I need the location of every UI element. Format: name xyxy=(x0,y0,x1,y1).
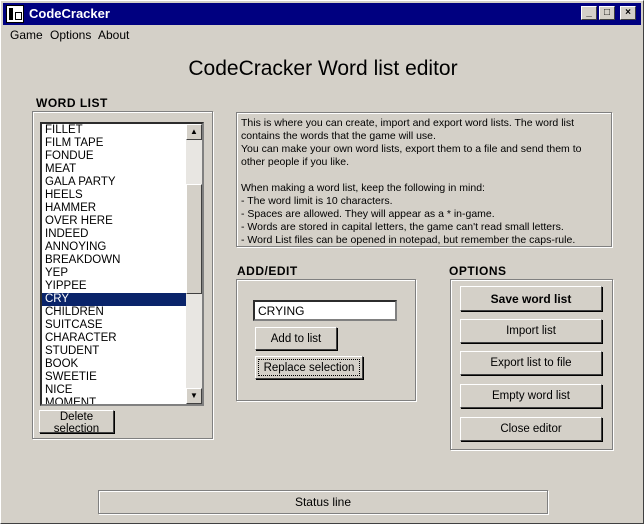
info-line xyxy=(241,169,607,182)
list-item[interactable]: SUITCASE xyxy=(42,319,188,332)
list-item[interactable]: HEELS xyxy=(42,189,188,202)
info-text-box: This is where you can create, import and… xyxy=(236,112,612,247)
list-item[interactable]: MOMENT xyxy=(42,397,188,404)
replace-selection-button[interactable]: Replace selection xyxy=(255,356,363,379)
maximize-button[interactable]: □ xyxy=(599,6,615,20)
word-input[interactable] xyxy=(253,300,397,321)
list-item[interactable]: BOOK xyxy=(42,358,188,371)
list-item[interactable]: FONDUE xyxy=(42,150,188,163)
menu-options[interactable]: Options xyxy=(50,28,91,42)
list-item[interactable]: YEP xyxy=(42,267,188,280)
list-item[interactable]: ANNOYING xyxy=(42,241,188,254)
word-list-items: FILLET FILM TAPE FONDUE MEAT GALA PARTY HEELS… xyxy=(42,124,188,404)
title-bar[interactable]: CodeCracker _ □ × xyxy=(3,3,641,25)
list-item[interactable]: FILM TAPE xyxy=(42,137,188,150)
word-listbox[interactable]: FILLET FILM TAPE FONDUE MEAT GALA PARTY HEELS… xyxy=(40,122,204,406)
info-line: - Spaces are allowed. They will appear a… xyxy=(241,208,495,220)
list-item[interactable]: HAMMER xyxy=(42,202,188,215)
info-line: - The word limit is 10 characters. xyxy=(241,195,393,207)
list-item[interactable]: GALA PARTY xyxy=(42,176,188,189)
close-editor-button[interactable]: Close editor xyxy=(460,417,602,441)
close-button[interactable]: × xyxy=(620,6,636,20)
add-to-list-button[interactable]: Add to list xyxy=(255,327,337,350)
list-item[interactable]: NICE xyxy=(42,384,188,397)
delete-selection-button[interactable]: Delete selection xyxy=(39,410,114,435)
info-line: - Words are stored in capital letters, t… xyxy=(241,221,564,233)
list-item[interactable]: STUDENT xyxy=(42,345,188,358)
menu-about[interactable]: About xyxy=(98,28,129,42)
add-edit-label: ADD/EDIT xyxy=(237,264,298,278)
list-item[interactable]: BREAKDOWN xyxy=(42,254,188,267)
word-list-label: WORD LIST xyxy=(36,96,108,110)
page-title: CodeCracker Word list editor xyxy=(188,57,458,80)
info-line: You can make your own word lists, export… xyxy=(241,143,582,155)
app-window: CodeCracker _ □ × Game Options About Cod… xyxy=(0,0,644,524)
info-line: contains the words that the game will us… xyxy=(241,130,436,142)
minimize-button[interactable]: _ xyxy=(581,6,597,20)
info-line: When making a word list, keep the follow… xyxy=(241,182,485,194)
list-item[interactable]: SWEETIE xyxy=(42,371,188,384)
scroll-up-icon[interactable]: ▲ xyxy=(186,124,202,140)
menu-bar: Game Options About xyxy=(3,26,641,46)
export-list-button[interactable]: Export list to file xyxy=(460,351,602,375)
import-list-button[interactable]: Import list xyxy=(460,319,602,343)
info-line: This is where you can create, import and… xyxy=(241,117,575,129)
list-item[interactable]: MEAT xyxy=(42,163,188,176)
scroll-down-icon[interactable]: ▼ xyxy=(186,388,202,404)
save-word-list-button[interactable]: Save word list xyxy=(460,286,602,311)
app-icon[interactable] xyxy=(6,5,24,23)
list-item[interactable]: CHILDREN xyxy=(42,306,188,319)
list-item[interactable]: YIPPEE xyxy=(42,280,188,293)
options-label: OPTIONS xyxy=(449,264,507,278)
list-item[interactable]: CRY xyxy=(42,293,188,306)
list-item[interactable]: FILLET xyxy=(42,124,188,137)
list-scrollbar[interactable]: ▲ ▼ xyxy=(186,124,202,404)
list-item[interactable]: CHARACTER xyxy=(42,332,188,345)
menu-game[interactable]: Game xyxy=(10,28,43,42)
info-line: - Word List files can be opened in notep… xyxy=(241,234,576,246)
list-item[interactable]: INDEED xyxy=(42,228,188,241)
empty-word-list-button[interactable]: Empty word list xyxy=(460,384,602,408)
scroll-thumb[interactable] xyxy=(186,184,202,294)
status-line: Status line xyxy=(98,490,548,514)
list-item[interactable]: OVER HERE xyxy=(42,215,188,228)
window-title: CodeCracker xyxy=(29,6,110,21)
info-line: other people if you like. xyxy=(241,156,349,168)
